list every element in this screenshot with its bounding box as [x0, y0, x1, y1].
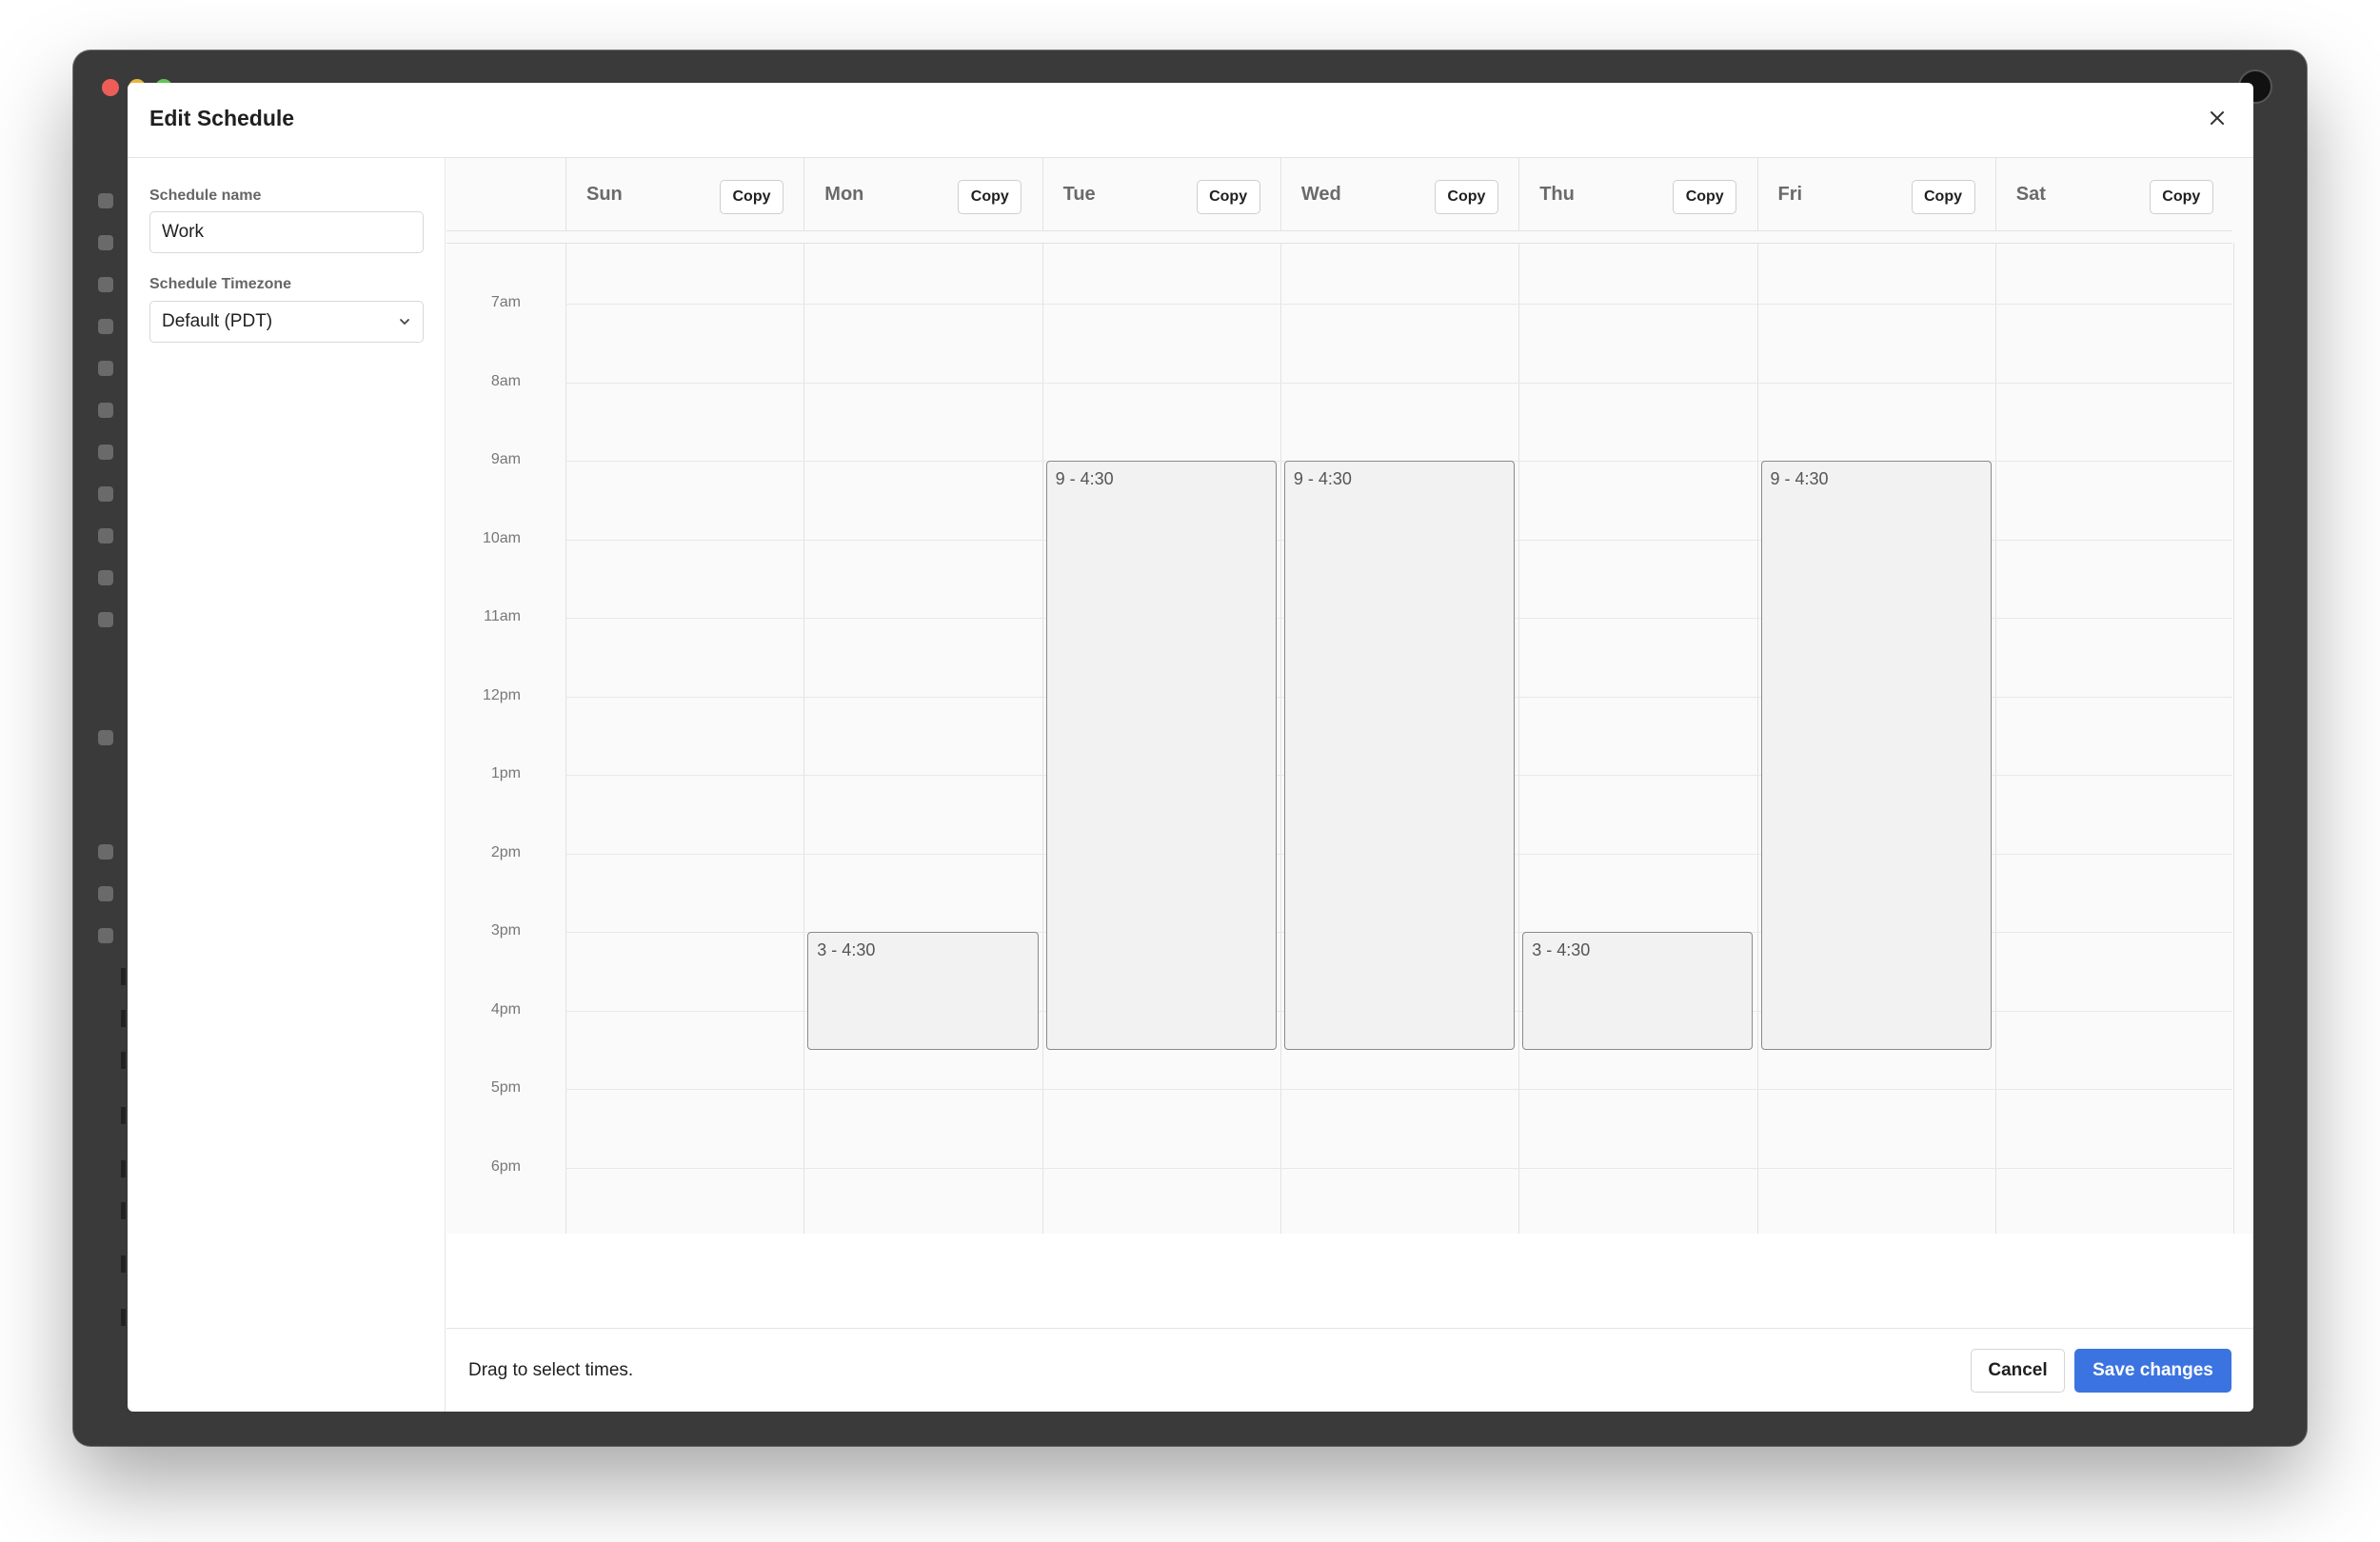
code-icon	[98, 612, 113, 627]
weekly-calendar[interactable]: 7am8am9am10am11am12pm1pm2pm3pm4pm5pm6pm7…	[446, 158, 2253, 1234]
hour-label: 12pm	[482, 686, 521, 703]
day-column-divider	[1279, 243, 1281, 1234]
day-name: Sat	[2015, 184, 2046, 205]
copy-button-fri[interactable]: Copy	[1911, 180, 1975, 214]
drag-hint: Drag to select times.	[468, 1360, 634, 1380]
grid-top-divider	[446, 243, 2232, 244]
day-column-divider	[1994, 243, 1996, 1234]
day-column-divider	[1518, 243, 1520, 1234]
window-close-control[interactable]	[102, 79, 119, 96]
availability-block-label: 3 - 4:30	[817, 940, 876, 959]
day-header-wed: Wed Copy	[1279, 158, 1518, 231]
day-column-divider	[2233, 243, 2235, 1234]
save-changes-button[interactable]: Save changes	[2074, 1349, 2231, 1393]
hour-label: 1pm	[490, 765, 521, 781]
calendar-icon	[98, 193, 113, 208]
day-header-sun: Sun Copy	[565, 158, 803, 231]
globe-icon	[98, 361, 113, 376]
day-header-mon: Mon Copy	[803, 158, 1041, 231]
hour-label: 6pm	[490, 1157, 521, 1175]
availability-block-label: 9 - 4:30	[1293, 469, 1352, 488]
cancel-button[interactable]: Cancel	[1971, 1349, 2065, 1393]
bell-icon	[98, 445, 113, 460]
calendar-header: Sun Copy Mon Copy Tue Copy Wed Copy Thu Copy Fri Co…	[446, 158, 2232, 231]
day-column-divider	[565, 243, 566, 1234]
availability-block-tue[interactable]: 9 - 4:30	[1045, 461, 1277, 1050]
sidebar-marker	[121, 1255, 126, 1273]
copy-button-sun[interactable]: Copy	[720, 180, 783, 214]
availability-block-fri[interactable]: 9 - 4:30	[1760, 461, 1992, 1050]
sidebar-marker	[121, 1107, 126, 1124]
day-column-divider	[803, 243, 805, 1234]
availability-block-label: 9 - 4:30	[1770, 469, 1829, 488]
video-icon	[98, 319, 113, 334]
hour-label: 5pm	[490, 1079, 521, 1096]
phone-icon	[98, 528, 113, 544]
schedule-timezone-label: Schedule Timezone	[149, 276, 292, 292]
copy-button-sat[interactable]: Copy	[2149, 180, 2213, 214]
swap-icon	[98, 277, 113, 292]
schedule-settings-panel: Schedule name Schedule Timezone Default …	[128, 158, 446, 1412]
close-icon	[2211, 111, 2224, 125]
sidebar-marker	[121, 1010, 126, 1027]
schedule-name-input[interactable]	[149, 211, 424, 253]
hour-gridline	[565, 304, 2232, 305]
day-name: Fri	[1777, 184, 1803, 205]
hour-label: 8am	[490, 372, 521, 389]
edit-schedule-modal: Edit Schedule Schedule name Schedule Tim…	[128, 83, 2253, 1412]
day-header-fri: Fri Copy	[1756, 158, 1995, 231]
chevron-down-icon	[400, 319, 409, 325]
hour-label: 10am	[482, 529, 521, 546]
day-column-divider	[1756, 243, 1758, 1234]
day-name: Wed	[1300, 184, 1341, 205]
link-icon	[98, 570, 113, 585]
modal-header: Edit Schedule	[128, 83, 2253, 158]
hour-label: 3pm	[490, 922, 521, 939]
check-circle-icon	[98, 844, 113, 860]
hour-label: 7am	[490, 294, 521, 310]
sidebar-marker	[121, 1160, 126, 1177]
monitor-icon	[98, 486, 113, 502]
hour-label: 4pm	[490, 1000, 521, 1018]
day-name: Mon	[824, 184, 864, 205]
copy-button-tue[interactable]: Copy	[1196, 180, 1260, 214]
day-header-sat: Sat Copy	[1994, 158, 2233, 231]
sun-icon	[98, 886, 113, 901]
timezone-select[interactable]: Default (PDT)	[149, 301, 424, 343]
users-icon	[98, 928, 113, 943]
availability-block-thu[interactable]: 3 - 4:30	[1522, 932, 1754, 1050]
day-header-tue: Tue Copy	[1041, 158, 1280, 231]
modal-footer: Drag to select times. Cancel Save change…	[446, 1328, 2253, 1412]
day-name: Sun	[586, 184, 623, 205]
clock-icon	[98, 403, 113, 418]
hour-label: 11am	[484, 608, 521, 624]
sidebar-marker	[121, 968, 126, 985]
copy-button-wed[interactable]: Copy	[1434, 180, 1498, 214]
close-button[interactable]	[2200, 101, 2234, 135]
availability-block-wed[interactable]: 9 - 4:30	[1283, 461, 1516, 1050]
day-name: Tue	[1062, 184, 1096, 205]
hour-gridline	[565, 1167, 2232, 1169]
day-header-thu: Thu Copy	[1518, 158, 1756, 231]
modal-title: Edit Schedule	[149, 106, 295, 130]
availability-block-label: 9 - 4:30	[1055, 469, 1114, 488]
hour-label: 9am	[490, 451, 521, 467]
eye-icon	[98, 235, 113, 250]
day-column-divider	[1041, 243, 1043, 1234]
timezone-value: Default (PDT)	[162, 311, 273, 331]
schedule-name-label: Schedule name	[149, 188, 262, 204]
link-icon	[98, 730, 113, 745]
hour-gridline	[565, 382, 2232, 384]
availability-block-label: 3 - 4:30	[1532, 940, 1591, 959]
availability-block-mon[interactable]: 3 - 4:30	[807, 932, 1039, 1050]
sidebar-marker	[121, 1202, 126, 1219]
day-name: Thu	[1539, 184, 1575, 205]
sidebar-marker	[121, 1309, 126, 1326]
hour-gridline	[565, 1089, 2232, 1090]
copy-button-thu[interactable]: Copy	[1673, 180, 1737, 214]
sidebar-marker	[121, 1052, 126, 1069]
hour-label: 2pm	[490, 843, 521, 860]
copy-button-mon[interactable]: Copy	[958, 180, 1022, 214]
